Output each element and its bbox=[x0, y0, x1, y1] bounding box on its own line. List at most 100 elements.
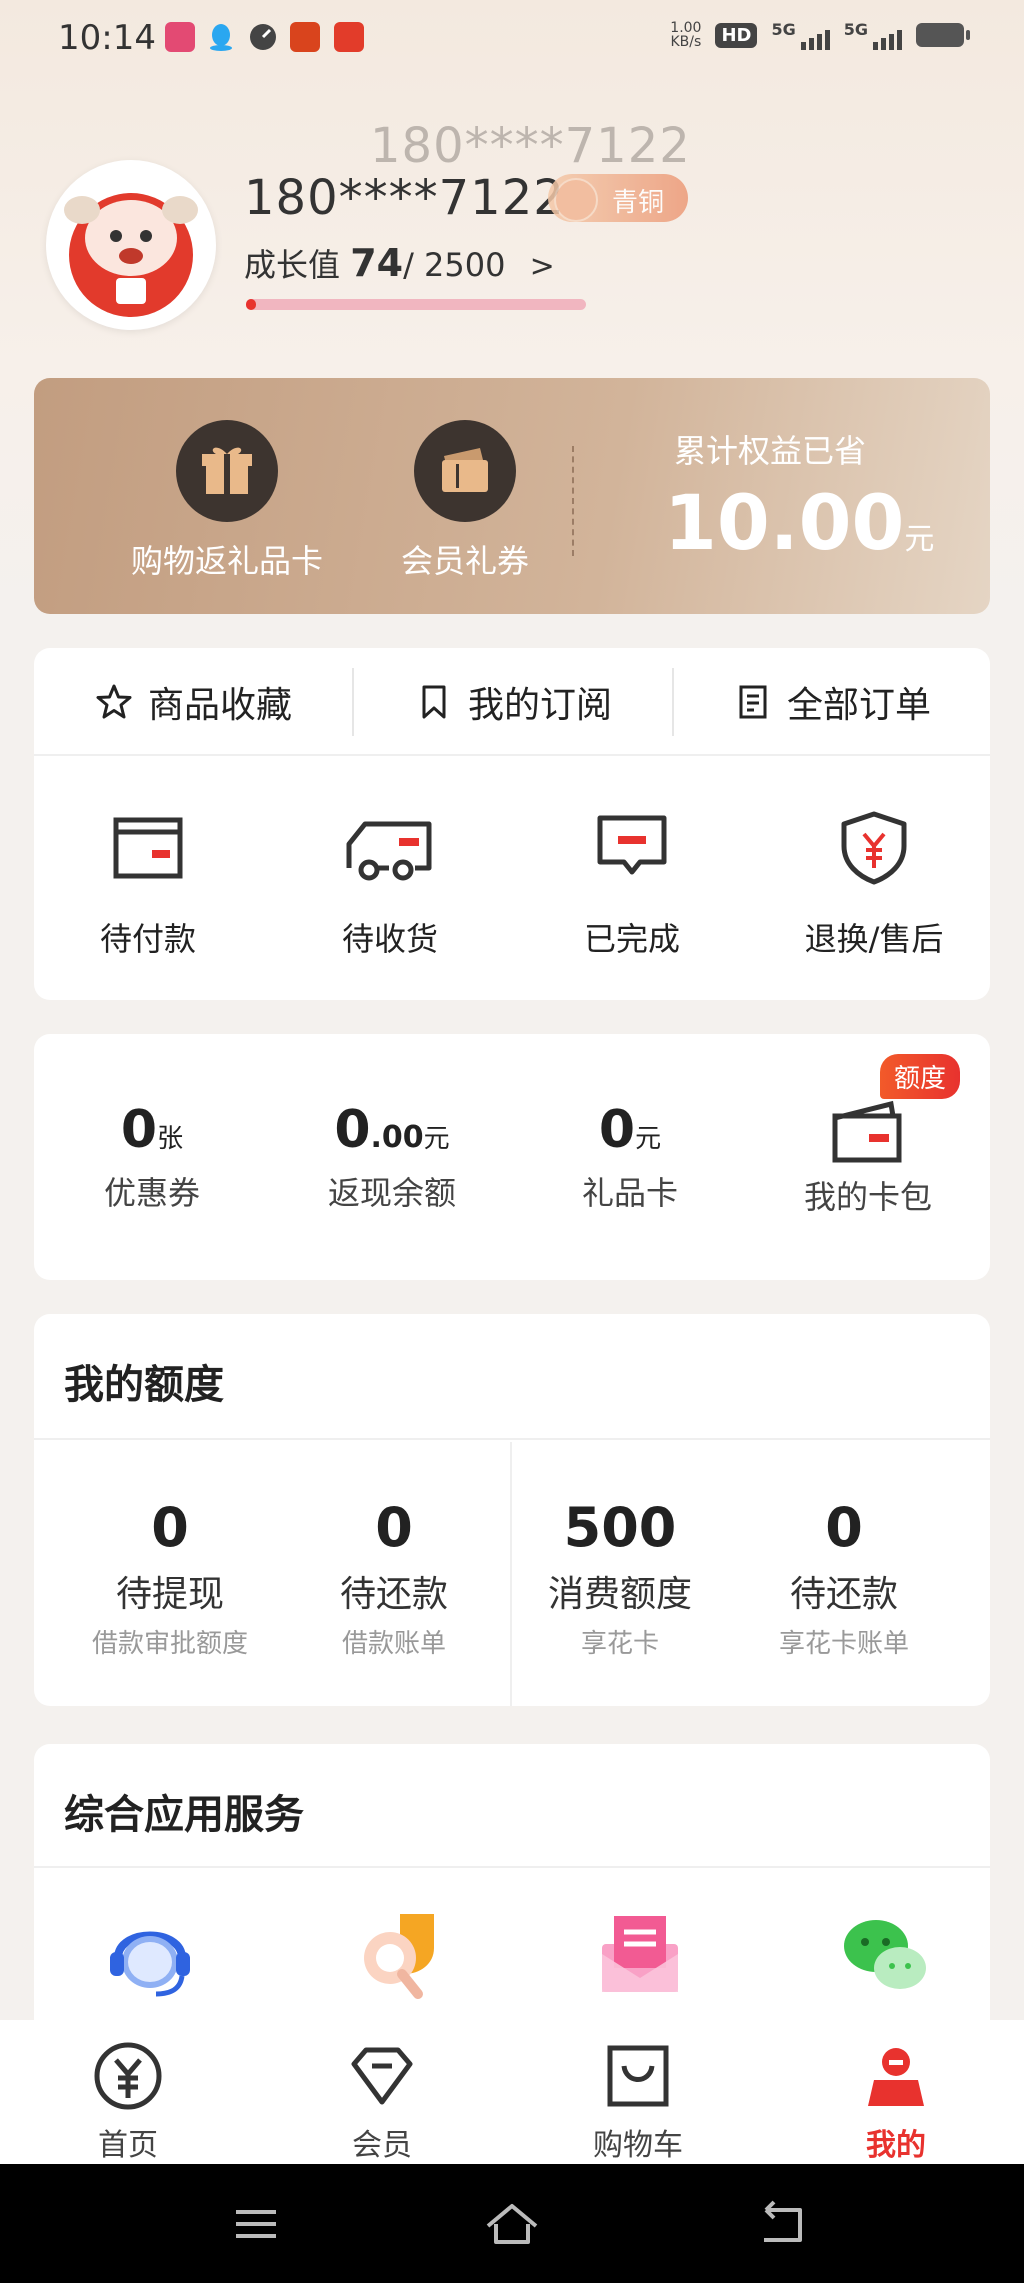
shield-yen-icon bbox=[841, 811, 907, 885]
qq-icon bbox=[210, 24, 232, 51]
profile-icon bbox=[868, 2048, 924, 2106]
quota-sub: 享花卡账单 bbox=[778, 1629, 909, 1659]
saved-amount: 10.00元 bbox=[664, 478, 935, 567]
notification-app-icon bbox=[165, 22, 195, 52]
sheep-mascot-icon bbox=[51, 165, 211, 325]
growth-value: 74 bbox=[350, 241, 404, 285]
growth-progress-bar bbox=[246, 299, 586, 310]
cart-icon bbox=[607, 2045, 669, 2107]
orders-card: 商品收藏 我的订阅 全部订单 待付款 待收货 已完成 退换/售后 bbox=[34, 648, 990, 1000]
quota-pending-withdrawal[interactable]: 0 待提现 借款审批额度 bbox=[60, 1496, 280, 1660]
quota-value: 0 bbox=[375, 1496, 413, 1559]
asset-label: 礼品卡 bbox=[581, 1174, 678, 1212]
card-wallet-icon bbox=[832, 1100, 902, 1163]
level-badge[interactable]: 青铜 bbox=[548, 174, 688, 222]
wechat-icon[interactable] bbox=[834, 1904, 934, 2004]
yen-home-icon bbox=[94, 2042, 162, 2110]
system-nav-bar bbox=[0, 2164, 1024, 2283]
quota-value: 0 bbox=[825, 1496, 863, 1559]
nav-label: 首页 bbox=[98, 2128, 158, 2163]
quota-sub: 借款账单 bbox=[341, 1629, 446, 1659]
quota-tag: 额度 bbox=[880, 1054, 961, 1099]
coupon-icon bbox=[414, 420, 516, 522]
order-list-icon bbox=[739, 685, 767, 719]
quota-label: 待提现 bbox=[115, 1574, 224, 1615]
level-label: 青铜 bbox=[612, 188, 665, 218]
medal-icon bbox=[554, 178, 598, 222]
nav-home[interactable]: 首页 bbox=[48, 2040, 208, 2164]
wallet-icon bbox=[113, 817, 183, 879]
nav-label: 购物车 bbox=[593, 2128, 683, 2163]
growth-progress-fill bbox=[246, 299, 257, 310]
gift-card-rebate-button[interactable]: 购物返礼品卡 bbox=[112, 420, 342, 582]
star-icon bbox=[96, 684, 132, 719]
truck-icon bbox=[346, 821, 432, 881]
quota-loan-repayment[interactable]: 0 待还款 借款账单 bbox=[284, 1496, 504, 1660]
quota-label: 待还款 bbox=[789, 1574, 898, 1615]
quota-sub: 享花卡 bbox=[580, 1629, 659, 1659]
nav-member[interactable]: 会员 bbox=[302, 2040, 462, 2164]
nav-label: 会员 bbox=[352, 2128, 412, 2163]
hd-icon: HD bbox=[715, 22, 758, 48]
coupons-item[interactable]: 0张 优惠券 bbox=[42, 1100, 262, 1214]
phone-number: 180****7122 bbox=[244, 170, 565, 226]
avatar[interactable] bbox=[46, 160, 216, 330]
status-indicators: 1.00 KB/s HD 5G 5G bbox=[670, 20, 970, 50]
quota-card: 我的额度 0 待提现 借款审批额度 0 待还款 借款账单 500 消费额度 享花… bbox=[34, 1314, 990, 1706]
divider bbox=[572, 446, 574, 556]
tab-favorites[interactable]: 商品收藏 bbox=[34, 648, 352, 756]
coupon-count: 0张 bbox=[120, 1100, 184, 1160]
status-time: 10:14 bbox=[58, 18, 156, 58]
benefits-card: 购物返礼品卡 会员礼券 累计权益已省 10.00元 bbox=[34, 378, 990, 614]
cashback-balance-item[interactable]: 0.00元 返现余额 bbox=[282, 1100, 502, 1214]
status-label: 退换/售后 bbox=[804, 920, 944, 958]
bank-app-icon bbox=[334, 22, 364, 52]
asset-label: 优惠券 bbox=[103, 1174, 200, 1212]
gift-card-balance: 0元 bbox=[598, 1100, 662, 1160]
search-app-icon[interactable] bbox=[346, 1904, 446, 2004]
battery-icon bbox=[916, 23, 970, 47]
message-icon bbox=[597, 815, 667, 875]
saved-unit: 元 bbox=[904, 522, 935, 557]
shop-app-icon bbox=[290, 22, 320, 52]
status-label: 已完成 bbox=[583, 920, 680, 958]
diamond-icon bbox=[351, 2047, 413, 2105]
mail-app-icon[interactable] bbox=[590, 1904, 690, 2004]
member-coupon-button[interactable]: 会员礼券 bbox=[350, 420, 580, 582]
status-label: 待付款 bbox=[99, 920, 196, 958]
quota-card-repayment[interactable]: 0 待还款 享花卡账单 bbox=[734, 1496, 954, 1660]
order-status-completed[interactable]: 已完成 bbox=[532, 808, 732, 960]
order-status-pending-payment[interactable]: 待付款 bbox=[48, 808, 248, 960]
divider bbox=[34, 1438, 990, 1440]
gift-card-item[interactable]: 0元 礼品卡 bbox=[520, 1100, 740, 1214]
saved-title: 累计权益已省 bbox=[674, 432, 867, 470]
nav-profile[interactable]: 我的 bbox=[816, 2040, 976, 2164]
divider bbox=[34, 754, 990, 756]
back-icon[interactable] bbox=[752, 2194, 812, 2254]
order-status-after-sales[interactable]: 退换/售后 bbox=[774, 808, 974, 960]
divider bbox=[34, 1866, 990, 1868]
gift-icon bbox=[176, 420, 278, 522]
tab-subscriptions[interactable]: 我的订阅 bbox=[354, 648, 672, 756]
compass-icon bbox=[250, 24, 276, 50]
cashback-balance: 0.00元 bbox=[334, 1100, 450, 1160]
nav-cart[interactable]: 购物车 bbox=[558, 2040, 718, 2164]
customer-service-icon[interactable] bbox=[100, 1904, 200, 2004]
growth-label: 成长值 bbox=[244, 246, 341, 284]
phone-echo: 180****7122 bbox=[370, 118, 691, 174]
benefit-label: 购物返礼品卡 bbox=[130, 542, 323, 580]
tab-all-orders[interactable]: 全部订单 bbox=[674, 648, 990, 756]
order-status-to-receive[interactable]: 待收货 bbox=[290, 808, 490, 960]
benefit-label: 会员礼券 bbox=[400, 542, 529, 580]
nav-label: 我的 bbox=[866, 2128, 926, 2163]
quota-spending-limit[interactable]: 500 消费额度 享花卡 bbox=[510, 1496, 730, 1660]
bookmark-icon bbox=[422, 685, 446, 719]
home-icon[interactable] bbox=[482, 2194, 542, 2254]
tab-label: 商品收藏 bbox=[147, 685, 292, 726]
status-bar: 10:14 1.00 KB/s HD 5G 5G bbox=[0, 0, 1024, 80]
signal-icon: 5G bbox=[771, 20, 830, 50]
menu-icon[interactable] bbox=[226, 2194, 286, 2254]
growth-link[interactable]: 成长值 74/ 2500 > bbox=[244, 240, 555, 286]
tab-label: 我的订阅 bbox=[467, 685, 612, 726]
card-wallet-item[interactable]: 我的卡包 bbox=[758, 1098, 978, 1218]
